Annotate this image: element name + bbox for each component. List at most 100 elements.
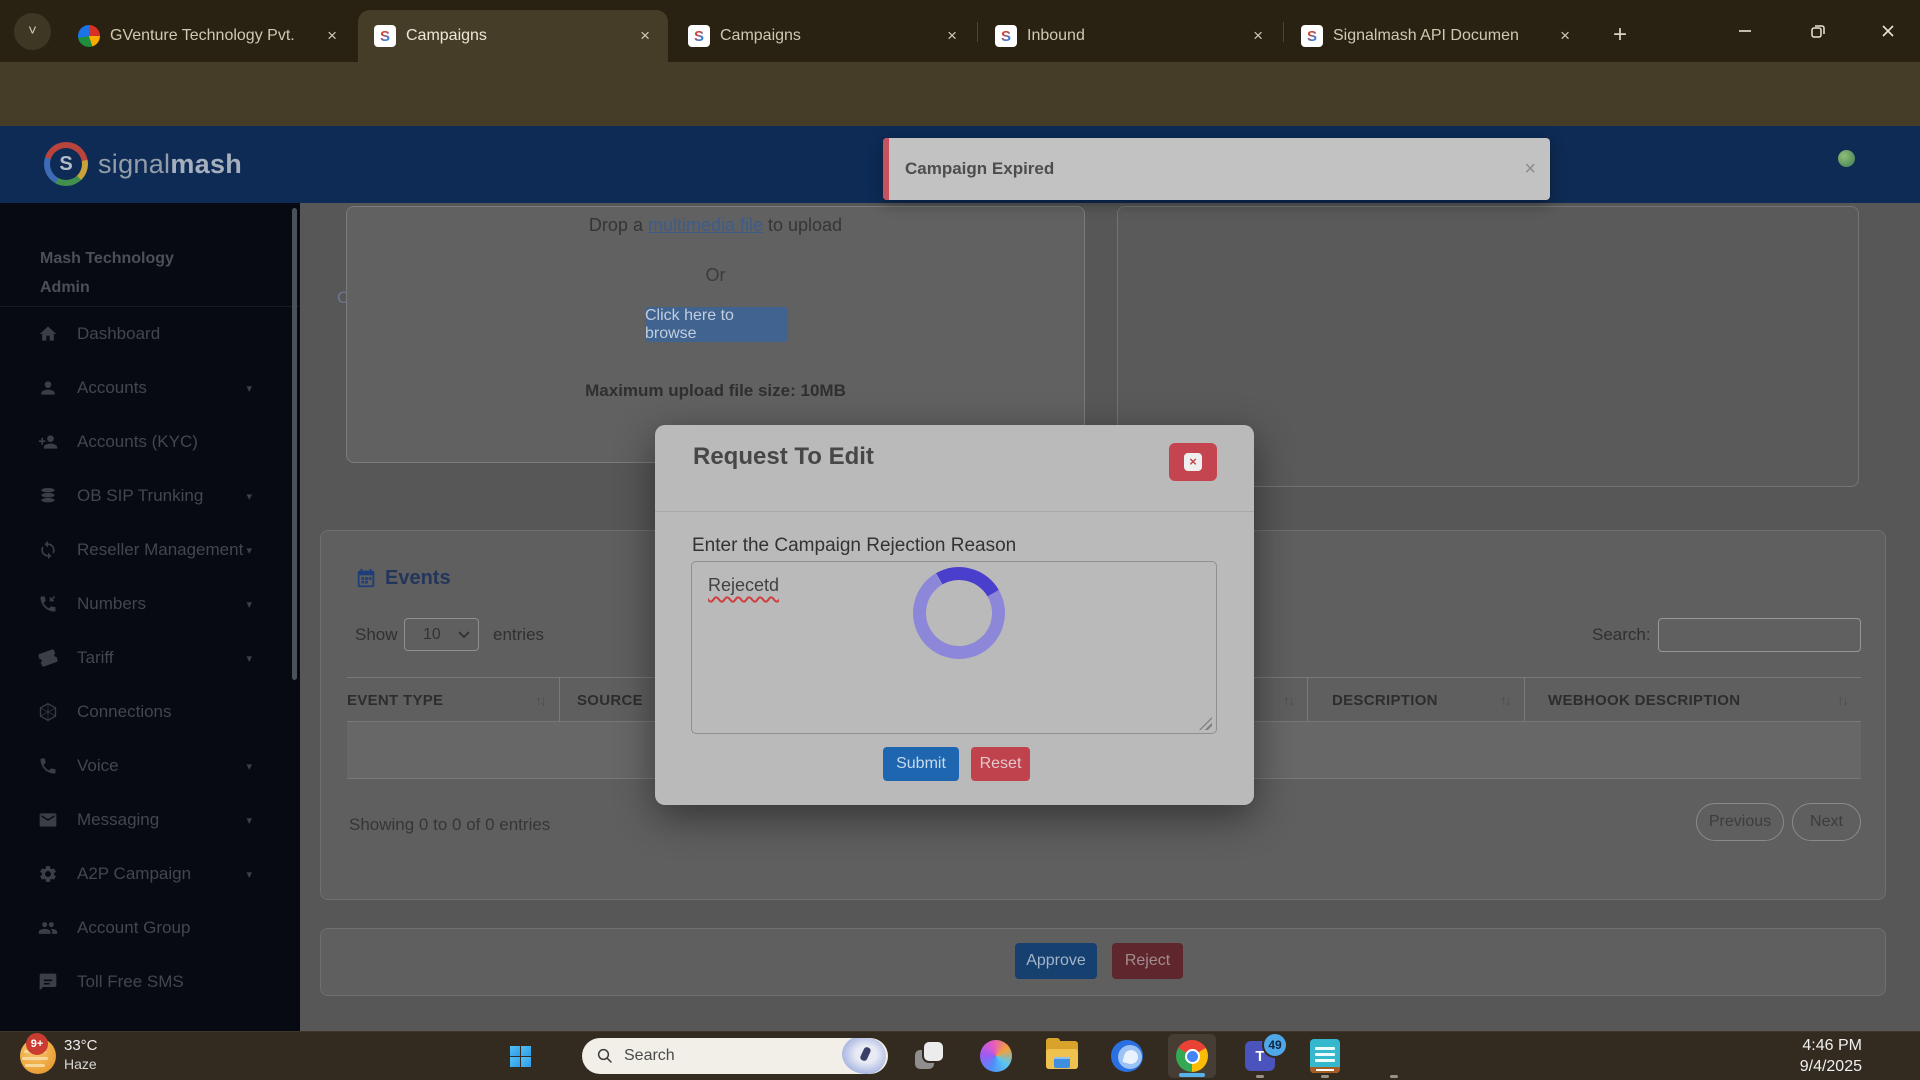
signalmash-favicon-icon: S (688, 25, 710, 47)
sidebar-item-ob-sip-trunking[interactable]: OB SIP Trunking▾ (0, 469, 300, 523)
close-icon: × (1184, 453, 1202, 471)
ticket-icon (35, 645, 61, 671)
tab-close-icon[interactable]: × (1249, 26, 1267, 46)
database-icon (38, 486, 58, 506)
task-view-button[interactable] (914, 1041, 944, 1071)
modal-divider (655, 511, 1254, 512)
sort-icon[interactable]: ↑↓ (535, 692, 545, 708)
thunderbird-icon[interactable] (1111, 1040, 1143, 1072)
minimize-icon (1737, 23, 1753, 39)
sidebar: Mash Technology Admin Dashboard Accounts… (0, 203, 300, 1031)
toast-campaign-expired[interactable]: Campaign Expired × (883, 138, 1550, 200)
window-restore-button[interactable] (1789, 0, 1847, 62)
or-label: Or (347, 265, 1084, 286)
toast-accent-bar (883, 138, 889, 200)
notepad-icon[interactable] (1310, 1039, 1340, 1073)
weather-condition[interactable]: Haze (64, 1056, 97, 1072)
sidebar-item-voice[interactable]: Voice▾ (0, 739, 300, 793)
reset-button[interactable]: Reset (971, 747, 1030, 781)
tab-inbound[interactable]: S Inbound × (979, 10, 1281, 62)
home-icon (38, 324, 58, 344)
chevron-down-icon: ▾ (246, 598, 252, 611)
tab-search-button[interactable]: ˅ (14, 13, 51, 50)
chrome-active-indicator (1179, 1073, 1205, 1077)
taskbar-clock[interactable]: 4:46 PM 9/4/2025 (1770, 1035, 1862, 1077)
sidebar-item-dashboard[interactable]: Dashboard (0, 307, 300, 361)
plus-icon: + (1613, 21, 1627, 48)
screen: ˅ GVenture Technology Pvt. × S Campaigns… (0, 0, 1920, 1080)
signalmash-logo-icon: S (44, 142, 88, 186)
previous-page-button[interactable]: Previous (1696, 803, 1784, 841)
page-size-select[interactable]: 10 (404, 618, 479, 651)
sidebar-item-a2p-campaign[interactable]: A2P Campaign▾ (0, 847, 300, 901)
reject-button[interactable]: Reject (1112, 943, 1183, 979)
modal-close-button[interactable]: × (1169, 443, 1217, 481)
tab-title: Campaigns (720, 27, 933, 45)
sort-icon[interactable]: ↑↓ (1500, 692, 1510, 708)
window-minimize-button[interactable] (1716, 0, 1774, 62)
new-tab-button[interactable]: + (1600, 16, 1640, 56)
clock-date: 9/4/2025 (1770, 1056, 1862, 1077)
sort-icon[interactable]: ↑↓ (1837, 692, 1847, 708)
tab-close-icon[interactable]: × (636, 26, 654, 46)
sidebar-item-numbers[interactable]: Numbers▾ (0, 577, 300, 631)
tab-title: GVenture Technology Pvt. (110, 27, 313, 45)
tab-campaigns-active[interactable]: S Campaigns × (358, 10, 668, 62)
org-role: Admin (40, 279, 90, 297)
sidebar-item-reseller-management[interactable]: Reseller Management▾ (0, 523, 300, 577)
toast-title: Campaign Expired (905, 159, 1524, 179)
window-close-button[interactable] (1859, 0, 1917, 62)
chrome-active-plate[interactable] (1168, 1034, 1216, 1078)
toast-close-icon[interactable]: × (1524, 158, 1536, 181)
tab-close-icon[interactable]: × (943, 26, 961, 46)
approve-button[interactable]: Approve (1015, 943, 1097, 979)
tab-gventure[interactable]: GVenture Technology Pvt. × (62, 10, 355, 62)
submit-button[interactable]: Submit (883, 747, 959, 781)
tab-api-docs[interactable]: S Signalmash API Documen × (1285, 10, 1588, 62)
tab-separator (977, 22, 978, 42)
tab-close-icon[interactable]: × (323, 26, 341, 46)
taskbar-search[interactable]: Search (582, 1038, 888, 1074)
tab-close-icon[interactable]: × (1556, 26, 1574, 46)
file-explorer-icon[interactable] (1046, 1041, 1078, 1071)
events-search-input[interactable] (1658, 618, 1861, 652)
sidebar-item-connections[interactable]: Connections (0, 685, 300, 739)
header-avatar[interactable] (1838, 150, 1855, 167)
decision-card: Approve Reject (320, 928, 1886, 996)
tab-title: Signalmash API Documen (1333, 27, 1546, 45)
browse-button[interactable]: Click here to browse (645, 307, 788, 342)
close-icon (1880, 23, 1896, 39)
multimedia-file-link[interactable]: multimedia file (648, 215, 763, 235)
modal-title: Request To Edit (693, 443, 874, 471)
next-page-button[interactable]: Next (1792, 803, 1861, 841)
column-header-description[interactable]: DESCRIPTION↑↓ (1307, 678, 1524, 722)
column-header-webhook-description[interactable]: WEBHOOK DESCRIPTION↑↓ (1524, 678, 1861, 722)
notification-count-badge: 9+ (26, 1033, 48, 1055)
sidebar-item-messaging[interactable]: Messaging▾ (0, 793, 300, 847)
signalmash-favicon-icon: S (995, 25, 1017, 47)
sidebar-item-accounts[interactable]: Accounts▾ (0, 361, 300, 415)
chevron-down-icon: ▾ (246, 868, 252, 881)
web-page: S signalmash Campaign › Campaign details… (0, 126, 1920, 1031)
sidebar-item-toll-free-sms[interactable]: Toll Free SMS (0, 955, 300, 1009)
browser-tab-strip: ˅ GVenture Technology Pvt. × S Campaigns… (0, 0, 1920, 62)
tab-title: Inbound (1027, 27, 1239, 45)
restore-icon (1810, 23, 1826, 39)
sidebar-item-account-group[interactable]: Account Group (0, 901, 300, 955)
dolphin-running-indicator (1390, 1075, 1398, 1078)
sidebar-item-accounts-kyc[interactable]: Accounts (KYC) (0, 415, 300, 469)
start-button[interactable] (510, 1046, 531, 1067)
chrome-icon (1176, 1040, 1208, 1072)
events-title: Events (385, 567, 451, 590)
sidebar-item-tariff[interactable]: Tariff▾ (0, 631, 300, 685)
weather-temp[interactable]: 33°C (64, 1037, 98, 1054)
brand[interactable]: S signalmash (44, 142, 242, 186)
taskbar: 9+ 33°C Haze Search T 49 (0, 1031, 1920, 1080)
user-plus-icon (38, 432, 58, 452)
column-header-event-type[interactable]: EVENT TYPE↑↓ (347, 678, 559, 722)
sort-icon[interactable]: ↑↓ (1283, 692, 1293, 708)
search-icon (596, 1047, 614, 1065)
brand-light: signal (98, 149, 170, 179)
tab-campaigns-2[interactable]: S Campaigns × (672, 10, 975, 62)
copilot-icon[interactable] (980, 1040, 1012, 1072)
